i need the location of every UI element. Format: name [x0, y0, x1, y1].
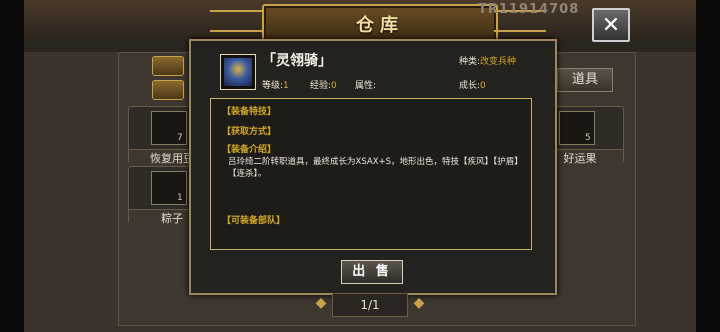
growth-label: 成长:: [459, 81, 481, 91]
section-intro: 【装备介绍】: [222, 145, 277, 155]
cavalry-portrait-icon: [224, 58, 252, 86]
page-indicator: 1/1: [332, 293, 408, 317]
exp-field: 经验:0: [310, 78, 337, 91]
banner-ornament-left: [210, 10, 262, 32]
level-field: 等级:1: [262, 78, 289, 91]
sell-button[interactable]: 出 售: [341, 260, 403, 284]
growth-value: 0: [480, 81, 486, 91]
close-button[interactable]: ✕: [592, 8, 630, 42]
tab-items[interactable]: 道具: [557, 68, 613, 92]
exp-label: 经验:: [310, 81, 332, 91]
coin-icon[interactable]: [152, 56, 184, 76]
section-skill: 【装备特技】: [222, 107, 277, 117]
gold-ingot-icon[interactable]: [152, 80, 184, 100]
growth-field: 成长:0: [459, 78, 486, 91]
detail-item-name: 「灵翎骑」: [262, 53, 332, 69]
window-title: 仓库: [356, 15, 404, 36]
item-count: 5: [585, 133, 591, 143]
type-value: 改变兵种: [480, 57, 517, 67]
intro-text: 吕玲绮二阶转职道具，最终成长为XSAX+S，地形出色，特技【疾风】【护盾】【连杀…: [228, 157, 519, 179]
level-value: 1: [283, 81, 289, 91]
title-banner: 仓库: [262, 4, 498, 44]
level-label: 等级:: [262, 81, 284, 91]
section-source: 【获取方式】: [222, 127, 277, 137]
section-units: 【可装备部队】: [222, 216, 286, 226]
type-field: 种类:改变兵种: [459, 54, 516, 67]
type-label: 种类:: [459, 57, 481, 67]
item-portrait: [220, 54, 256, 90]
attr-label: 属性:: [355, 81, 377, 91]
attr-field: 属性:: [355, 78, 376, 91]
player-id: TR11914708: [478, 2, 580, 17]
item-count: 1: [177, 193, 183, 203]
prev-page-icon[interactable]: ◆: [314, 294, 328, 312]
close-icon: ✕: [601, 12, 621, 38]
exp-value: 0: [331, 81, 337, 91]
next-page-icon[interactable]: ◆: [412, 294, 426, 312]
item-count: 7: [177, 133, 183, 143]
